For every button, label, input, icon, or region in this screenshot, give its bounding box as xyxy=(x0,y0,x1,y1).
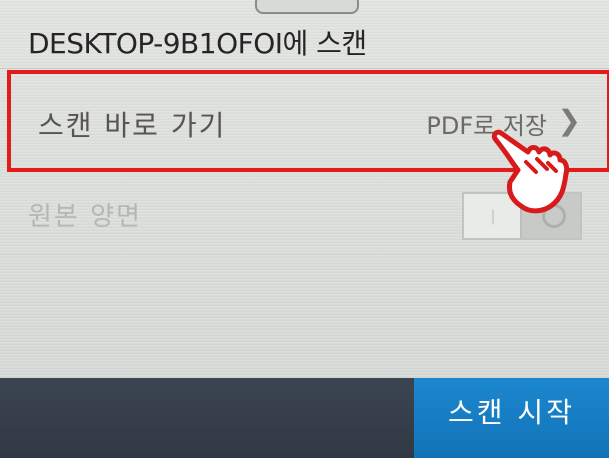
scan-shortcut-label: 스캔 바로 가기 xyxy=(38,109,227,142)
duplex-toggle[interactable]: ǀ xyxy=(462,192,582,240)
duplex-row: 원본 양면 ǀ xyxy=(0,174,609,255)
duplex-label: 원본 양면 xyxy=(28,202,142,232)
scan-shortcut-row[interactable]: 스캔 바로 가기 PDF로 저장 ❯ xyxy=(0,70,609,174)
scan-shortcut-value: PDF로 저장 xyxy=(426,112,547,140)
start-scan-button[interactable]: 스캔 시작 xyxy=(414,378,609,458)
header: DESKTOP-9B1OFOI에 스캔 xyxy=(0,0,609,69)
toggle-off-icon xyxy=(542,204,566,228)
toggle-knob xyxy=(520,194,580,238)
page-title: DESKTOP-9B1OFOI에 스캔 xyxy=(28,27,367,60)
chevron-right-icon: ❯ xyxy=(557,104,581,137)
toggle-on-side: ǀ xyxy=(490,206,496,225)
printer-screen: DESKTOP-9B1OFOI에 스캔 스캔 바로 가기 PDF로 저장 ❯ 원… xyxy=(0,0,609,458)
